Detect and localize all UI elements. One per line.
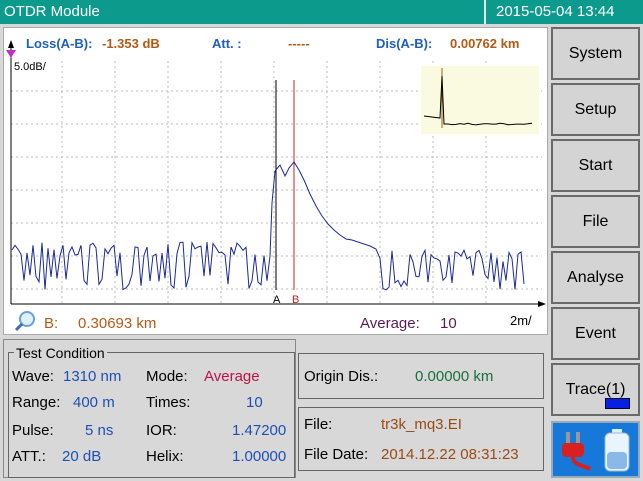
att-condition-value: 20 dB [62,448,102,465]
file-label: File: [304,416,333,433]
mode-label: Mode: [146,368,188,385]
analyse-button[interactable]: Analyse [551,251,640,304]
marker-a-label: A [273,294,281,306]
event-button[interactable]: Event [551,307,640,360]
title-bar: OTDR Module 2015-05-04 13:44 [0,0,643,24]
pulse-value: 5 ns [85,422,114,439]
ior-value: 1.47200 [232,422,287,439]
x-scale-label: 2m/ [510,313,532,328]
app-title: OTDR Module [4,3,100,20]
range-value: 400 m [73,394,115,411]
times-label: Times: [146,394,191,411]
cursor-label: B: [44,315,59,332]
status-panel [551,421,640,478]
trace-graph-panel[interactable]: Loss(A-B): -1.353 dB Att. : ----- Dis(A-… [3,27,548,335]
pulse-label: Pulse: [12,422,54,439]
start-button[interactable]: Start [551,139,640,192]
file-date-label: File Date: [304,446,369,463]
otdr-trace [11,161,525,291]
file-date-value: 2014.12.22 08:31:23 [381,446,519,463]
wave-label: Wave: [12,368,54,385]
average-value: 10 [440,315,457,332]
ior-label: IOR: [146,422,177,439]
test-condition-panel: Test Condition Wave: 1310 nm Mode: Avera… [3,339,296,478]
origin-distance-box: Origin Dis.: 0.00000 km [298,353,544,399]
average-label: Average: [360,315,420,332]
trace-color-indicator [605,398,630,409]
helix-label: Helix: [146,448,184,465]
times-value: 10 [246,394,263,411]
y-scale-label: 5.0dB/ [14,61,46,73]
magnifier-icon[interactable] [14,310,36,332]
power-plug-icon [562,432,591,471]
att-condition-label: ATT.: [12,448,46,465]
system-button[interactable]: System [551,27,640,80]
cursor-value: 0.30693 km [78,315,157,332]
origin-marker-icon [6,50,16,58]
origin-distance-value: 0.00000 km [415,368,494,385]
file-button[interactable]: File [551,195,640,248]
test-condition-title: Test Condition [14,345,107,361]
marker-b-label: B [292,294,300,306]
origin-distance-label: Origin Dis.: [304,368,379,385]
trace-button-label: Trace(1) [565,381,626,398]
x-axis-arrow-icon [538,301,546,307]
setup-button[interactable]: Setup [551,83,640,136]
range-label: Range: [12,394,61,411]
file-info-box: File: tr3k_mq3.EI File Date: 2014.12.22 … [298,407,544,471]
trace-button[interactable]: Trace(1) [551,363,640,416]
battery-icon [604,429,630,472]
y-axis-arrow-icon [8,40,14,48]
mode-value: Average [204,368,260,385]
file-name-value: tr3k_mq3.EI [381,416,462,433]
wave-value: 1310 nm [63,368,122,385]
clock: 2015-05-04 13:44 [484,0,643,24]
trace-plot[interactable] [4,28,549,336]
helix-value: 1.00000 [232,448,287,465]
